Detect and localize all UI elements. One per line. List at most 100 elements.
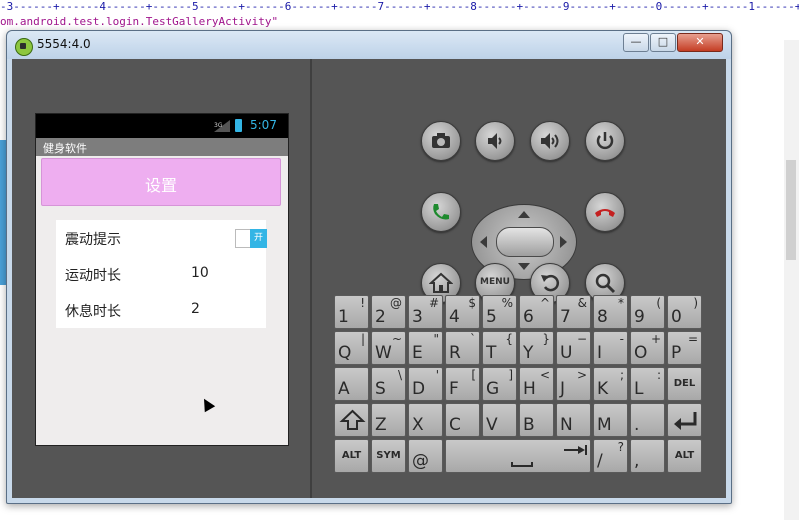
setting-value[interactable]: 2 bbox=[191, 301, 200, 317]
key-c[interactable]: C bbox=[445, 403, 480, 437]
key-r[interactable]: R ` bbox=[445, 331, 480, 365]
dpad-left-icon[interactable] bbox=[480, 236, 487, 248]
android-app-icon bbox=[15, 38, 33, 56]
key-t[interactable]: T{ bbox=[482, 331, 517, 365]
app-title-bar: 健身软件 bbox=[36, 138, 288, 156]
panel-divider bbox=[310, 59, 312, 498]
key-shift[interactable] bbox=[334, 403, 369, 437]
key-space[interactable] bbox=[445, 439, 591, 473]
key-f[interactable]: F[ bbox=[445, 367, 480, 401]
key-n[interactable]: N bbox=[556, 403, 591, 437]
setting-row-exercise-duration[interactable]: 运动时长 10 bbox=[56, 256, 266, 292]
settings-header-button[interactable]: 设置 bbox=[41, 158, 281, 206]
key-s[interactable]: S \ bbox=[371, 367, 406, 401]
hardware-keyboard: 1! 2 @ 3 # 4 $ 5% 6 ^ 7 & 8 * 9( 0) Q | W ~ E " R… bbox=[334, 295, 706, 477]
back-icon bbox=[541, 274, 560, 292]
key-comma[interactable]: , bbox=[630, 439, 665, 473]
close-button[interactable]: ✕ bbox=[677, 33, 723, 52]
key-x[interactable]: X bbox=[408, 403, 443, 437]
vibration-toggle[interactable]: 开 bbox=[235, 229, 267, 248]
key-9[interactable]: 9( bbox=[630, 295, 665, 329]
key-period[interactable]: . bbox=[630, 403, 665, 437]
key-slash[interactable]: /? bbox=[593, 439, 628, 473]
key-0[interactable]: 0) bbox=[667, 295, 702, 329]
status-clock: 5:07 bbox=[250, 118, 277, 132]
key-1[interactable]: 1! bbox=[334, 295, 369, 329]
background-code-line: om.android.test.login.TestGalleryActivit… bbox=[0, 15, 279, 28]
key-v[interactable]: V bbox=[482, 403, 517, 437]
power-button[interactable] bbox=[585, 121, 625, 161]
dpad-right-icon[interactable] bbox=[560, 236, 567, 248]
key-z[interactable]: Z bbox=[371, 403, 406, 437]
minimize-button[interactable]: — bbox=[623, 33, 649, 52]
key-w[interactable]: W ~ bbox=[371, 331, 406, 365]
key-2[interactable]: 2 @ bbox=[371, 295, 406, 329]
svg-text:3G: 3G bbox=[214, 122, 223, 129]
app-title: 健身软件 bbox=[43, 142, 87, 155]
key-p[interactable]: P = bbox=[667, 331, 702, 365]
dpad-down-icon[interactable] bbox=[518, 263, 530, 270]
key-alt-left[interactable]: ALT bbox=[334, 439, 369, 473]
key-j[interactable]: J > bbox=[556, 367, 591, 401]
key-b[interactable]: B bbox=[519, 403, 554, 437]
key-5[interactable]: 5% bbox=[482, 295, 517, 329]
key-del[interactable]: DEL bbox=[667, 367, 702, 401]
device-screen[interactable]: 3G 5:07 健身软件 设置 震动提示 开 运动时长 10 休息时长 2 bbox=[35, 113, 289, 446]
setting-label: 震动提示 bbox=[65, 232, 121, 248]
key-8[interactable]: 8 * bbox=[593, 295, 628, 329]
setting-row-vibration: 震动提示 开 bbox=[56, 220, 267, 256]
camera-icon bbox=[432, 133, 450, 148]
setting-value[interactable]: 10 bbox=[191, 265, 209, 281]
end-call-button[interactable] bbox=[585, 192, 625, 232]
camera-button[interactable] bbox=[421, 121, 461, 161]
space-icon bbox=[511, 445, 587, 467]
volume-down-icon bbox=[488, 133, 502, 149]
app-content: 设置 震动提示 开 运动时长 10 休息时长 2 bbox=[36, 156, 288, 445]
home-icon bbox=[429, 272, 453, 293]
key-7[interactable]: 7 & bbox=[556, 295, 591, 329]
setting-label: 运动时长 bbox=[65, 268, 121, 284]
key-3[interactable]: 3 # bbox=[408, 295, 443, 329]
ruler-line: -3------+------4------+------5------+---… bbox=[0, 0, 799, 13]
background-scrollbar[interactable] bbox=[786, 160, 796, 260]
window-title: 5554:4.0 bbox=[37, 37, 91, 51]
key-e[interactable]: E " bbox=[408, 331, 443, 365]
key-sym[interactable]: SYM bbox=[371, 439, 406, 473]
key-l[interactable]: L: bbox=[630, 367, 665, 401]
dpad-up-icon[interactable] bbox=[518, 211, 530, 218]
key-y[interactable]: Y} bbox=[519, 331, 554, 365]
status-bar: 3G 5:07 bbox=[36, 114, 288, 138]
setting-row-rest-duration[interactable]: 休息时长 2 bbox=[56, 292, 266, 328]
key-m[interactable]: M bbox=[593, 403, 628, 437]
key-at[interactable]: @ bbox=[408, 439, 443, 473]
search-icon bbox=[595, 273, 616, 294]
key-o[interactable]: O + bbox=[630, 331, 665, 365]
call-button[interactable] bbox=[421, 192, 461, 232]
key-d[interactable]: D ' bbox=[408, 367, 443, 401]
maximize-button[interactable]: □ bbox=[650, 33, 676, 52]
end-call-icon bbox=[595, 209, 615, 217]
key-i[interactable]: I- bbox=[593, 331, 628, 365]
volume-down-button[interactable] bbox=[475, 121, 515, 161]
window-titlebar[interactable]: 5554:4.0 — □ ✕ bbox=[7, 31, 731, 59]
volume-up-button[interactable] bbox=[530, 121, 570, 161]
key-h[interactable]: H < bbox=[519, 367, 554, 401]
menu-icon: MENU bbox=[480, 277, 510, 287]
volume-up-icon bbox=[541, 133, 559, 149]
enter-icon bbox=[674, 412, 697, 430]
dpad-center-button[interactable] bbox=[496, 227, 554, 257]
key-a[interactable]: A bbox=[334, 367, 369, 401]
emulator-window: 5554:4.0 — □ ✕ 3G 5:07 健身软件 设置 震动提示 开 运动… bbox=[6, 30, 732, 504]
key-g[interactable]: G] bbox=[482, 367, 517, 401]
toggle-on-label: 开 bbox=[250, 229, 267, 248]
settings-card: 震动提示 开 运动时长 10 休息时长 2 bbox=[56, 220, 267, 328]
key-u[interactable]: U − bbox=[556, 331, 591, 365]
key-q[interactable]: Q | bbox=[334, 331, 369, 365]
call-icon bbox=[433, 204, 449, 220]
settings-header-label: 设置 bbox=[144, 176, 177, 195]
key-k[interactable]: K; bbox=[593, 367, 628, 401]
key-4[interactable]: 4 $ bbox=[445, 295, 480, 329]
key-alt-right[interactable]: ALT bbox=[667, 439, 702, 473]
key-6[interactable]: 6 ^ bbox=[519, 295, 554, 329]
key-enter[interactable] bbox=[667, 403, 702, 437]
